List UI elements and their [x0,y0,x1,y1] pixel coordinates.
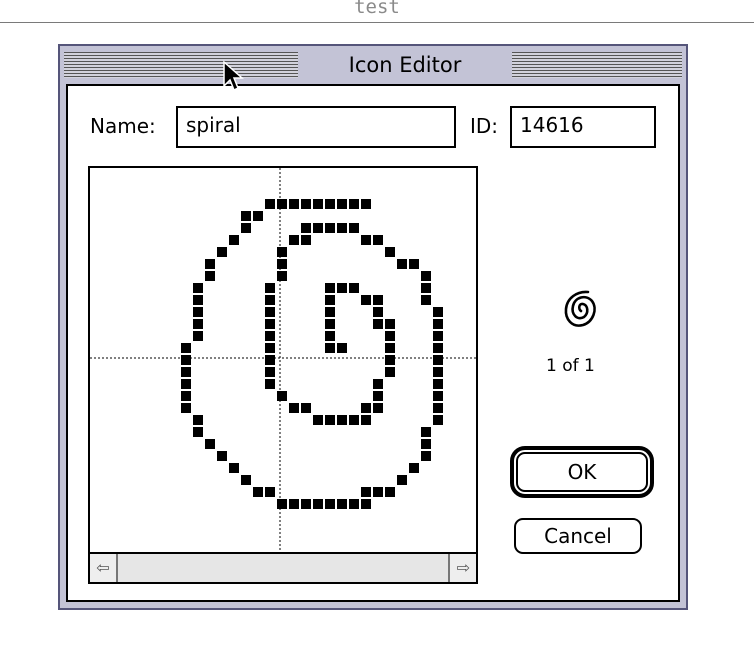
arrow-pointer-icon [223,60,244,92]
icon-count-label: 1 of 1 [546,356,595,376]
icon-pixels [181,199,443,509]
fatbits-grid[interactable] [90,168,476,552]
background-window-title: test [0,0,754,23]
icon-edit-canvas[interactable]: ⇦ ⇨ [88,166,478,584]
spiral-icon [564,290,596,327]
title-bar[interactable]: Icon Editor [60,46,686,84]
id-field[interactable]: 14616 [510,106,656,148]
name-field[interactable]: spiral [176,106,456,148]
right-arrow-icon[interactable]: ⇨ [448,554,476,582]
window-title: Icon Editor [298,50,512,80]
ok-button[interactable]: OK [516,452,648,492]
dialog-content: Name: spiral ID: 14616 ⇦ ⇨ 1 of 1 OK Can… [66,84,680,602]
cancel-button[interactable]: Cancel [514,518,642,554]
horizontal-scrollbar[interactable]: ⇦ ⇨ [90,552,476,582]
id-label: ID: [470,114,499,138]
left-arrow-icon[interactable]: ⇦ [90,554,118,582]
icon-editor-window: Icon Editor Name: spiral ID: 14616 ⇦ ⇨ 1… [58,44,688,610]
name-label: Name: [90,114,156,138]
